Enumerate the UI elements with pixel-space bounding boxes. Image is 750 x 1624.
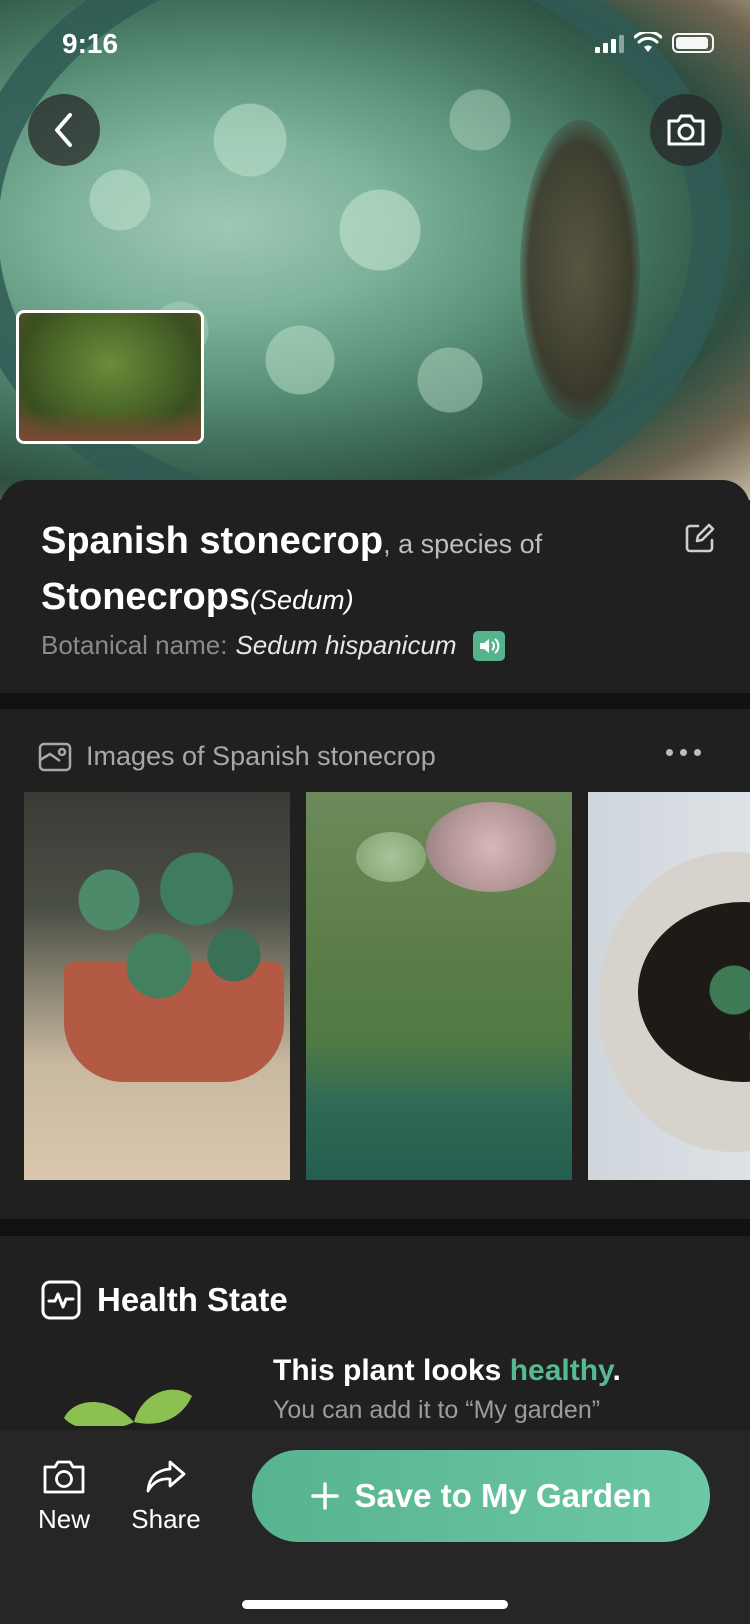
plant-info-card: Spanish stonecrop, a species of Stonecro…	[0, 480, 750, 693]
save-to-garden-button[interactable]: Save to My Garden	[252, 1450, 710, 1542]
edit-button[interactable]	[684, 522, 716, 559]
section-separator	[0, 1219, 750, 1236]
species-of-text: , a species of	[383, 529, 543, 559]
gallery-image[interactable]	[306, 792, 572, 1180]
echeveria-small	[356, 832, 426, 882]
image-icon	[38, 742, 72, 771]
images-section-header: Images of Spanish stonecrop	[38, 741, 436, 772]
camera-icon	[667, 114, 705, 146]
camera-icon	[43, 1460, 85, 1494]
botanical-label: Botanical name:	[41, 630, 228, 660]
chevron-left-icon	[55, 113, 72, 147]
image-gallery[interactable]	[24, 792, 750, 1180]
common-name: Spanish stonecrop	[41, 520, 384, 562]
home-indicator[interactable]	[242, 1600, 508, 1609]
wifi-icon	[634, 32, 662, 52]
original-photo-thumbnail[interactable]	[16, 310, 204, 444]
healthy-plant-icon	[64, 1389, 192, 1426]
status-bar: 9:16	[0, 0, 750, 90]
plant-title: Spanish stonecrop, a species of Stonecro…	[41, 517, 661, 629]
succulent	[658, 882, 750, 1062]
gallery-image[interactable]	[588, 792, 750, 1180]
new-label: New	[37, 1504, 90, 1534]
save-label: Save to My Garden	[354, 1477, 652, 1514]
botanical-name: Sedum hispanicum	[235, 630, 457, 660]
botanical-name-row: Botanical name: Sedum hispanicum	[41, 630, 505, 661]
speaker-icon	[479, 637, 499, 654]
retake-photo-button[interactable]	[650, 94, 722, 166]
share-button[interactable]: Share	[124, 1458, 208, 1535]
status-time: 9:16	[62, 28, 119, 59]
pronounce-button[interactable]	[472, 630, 505, 661]
share-label: Share	[131, 1504, 201, 1534]
more-options-icon[interactable]	[666, 749, 701, 756]
cellular-signal-icon	[595, 33, 624, 53]
images-section: Images of Spanish stonecrop	[0, 709, 750, 1219]
health-status-text: This plant looks healthy.	[273, 1354, 621, 1387]
back-button[interactable]	[28, 94, 100, 166]
health-section: Health State This plant looks healthy. Y…	[0, 1236, 750, 1426]
genus-latin-name: (Sedum)	[250, 585, 354, 615]
health-pulse-icon	[41, 1280, 81, 1320]
health-status-value: healthy	[509, 1354, 613, 1387]
health-hint-text: You can add it to “My garden”	[273, 1396, 601, 1424]
gallery-image[interactable]	[24, 792, 290, 1180]
new-scan-button[interactable]: New	[32, 1458, 96, 1535]
battery-icon	[672, 33, 714, 53]
edit-icon	[685, 523, 715, 553]
succulent	[34, 812, 284, 1032]
bottom-action-bar: New Share Save to My Garden	[0, 1430, 750, 1624]
share-icon	[146, 1460, 186, 1493]
health-title: Health State	[97, 1281, 288, 1318]
genus-common-name[interactable]: Stonecrops	[41, 576, 250, 618]
section-separator	[0, 693, 750, 709]
images-section-title: Images of Spanish stonecrop	[86, 741, 436, 771]
health-header: Health State	[41, 1280, 288, 1320]
plus-icon	[311, 1482, 340, 1510]
status-icons	[595, 32, 714, 54]
echeveria-rosette	[426, 802, 556, 892]
